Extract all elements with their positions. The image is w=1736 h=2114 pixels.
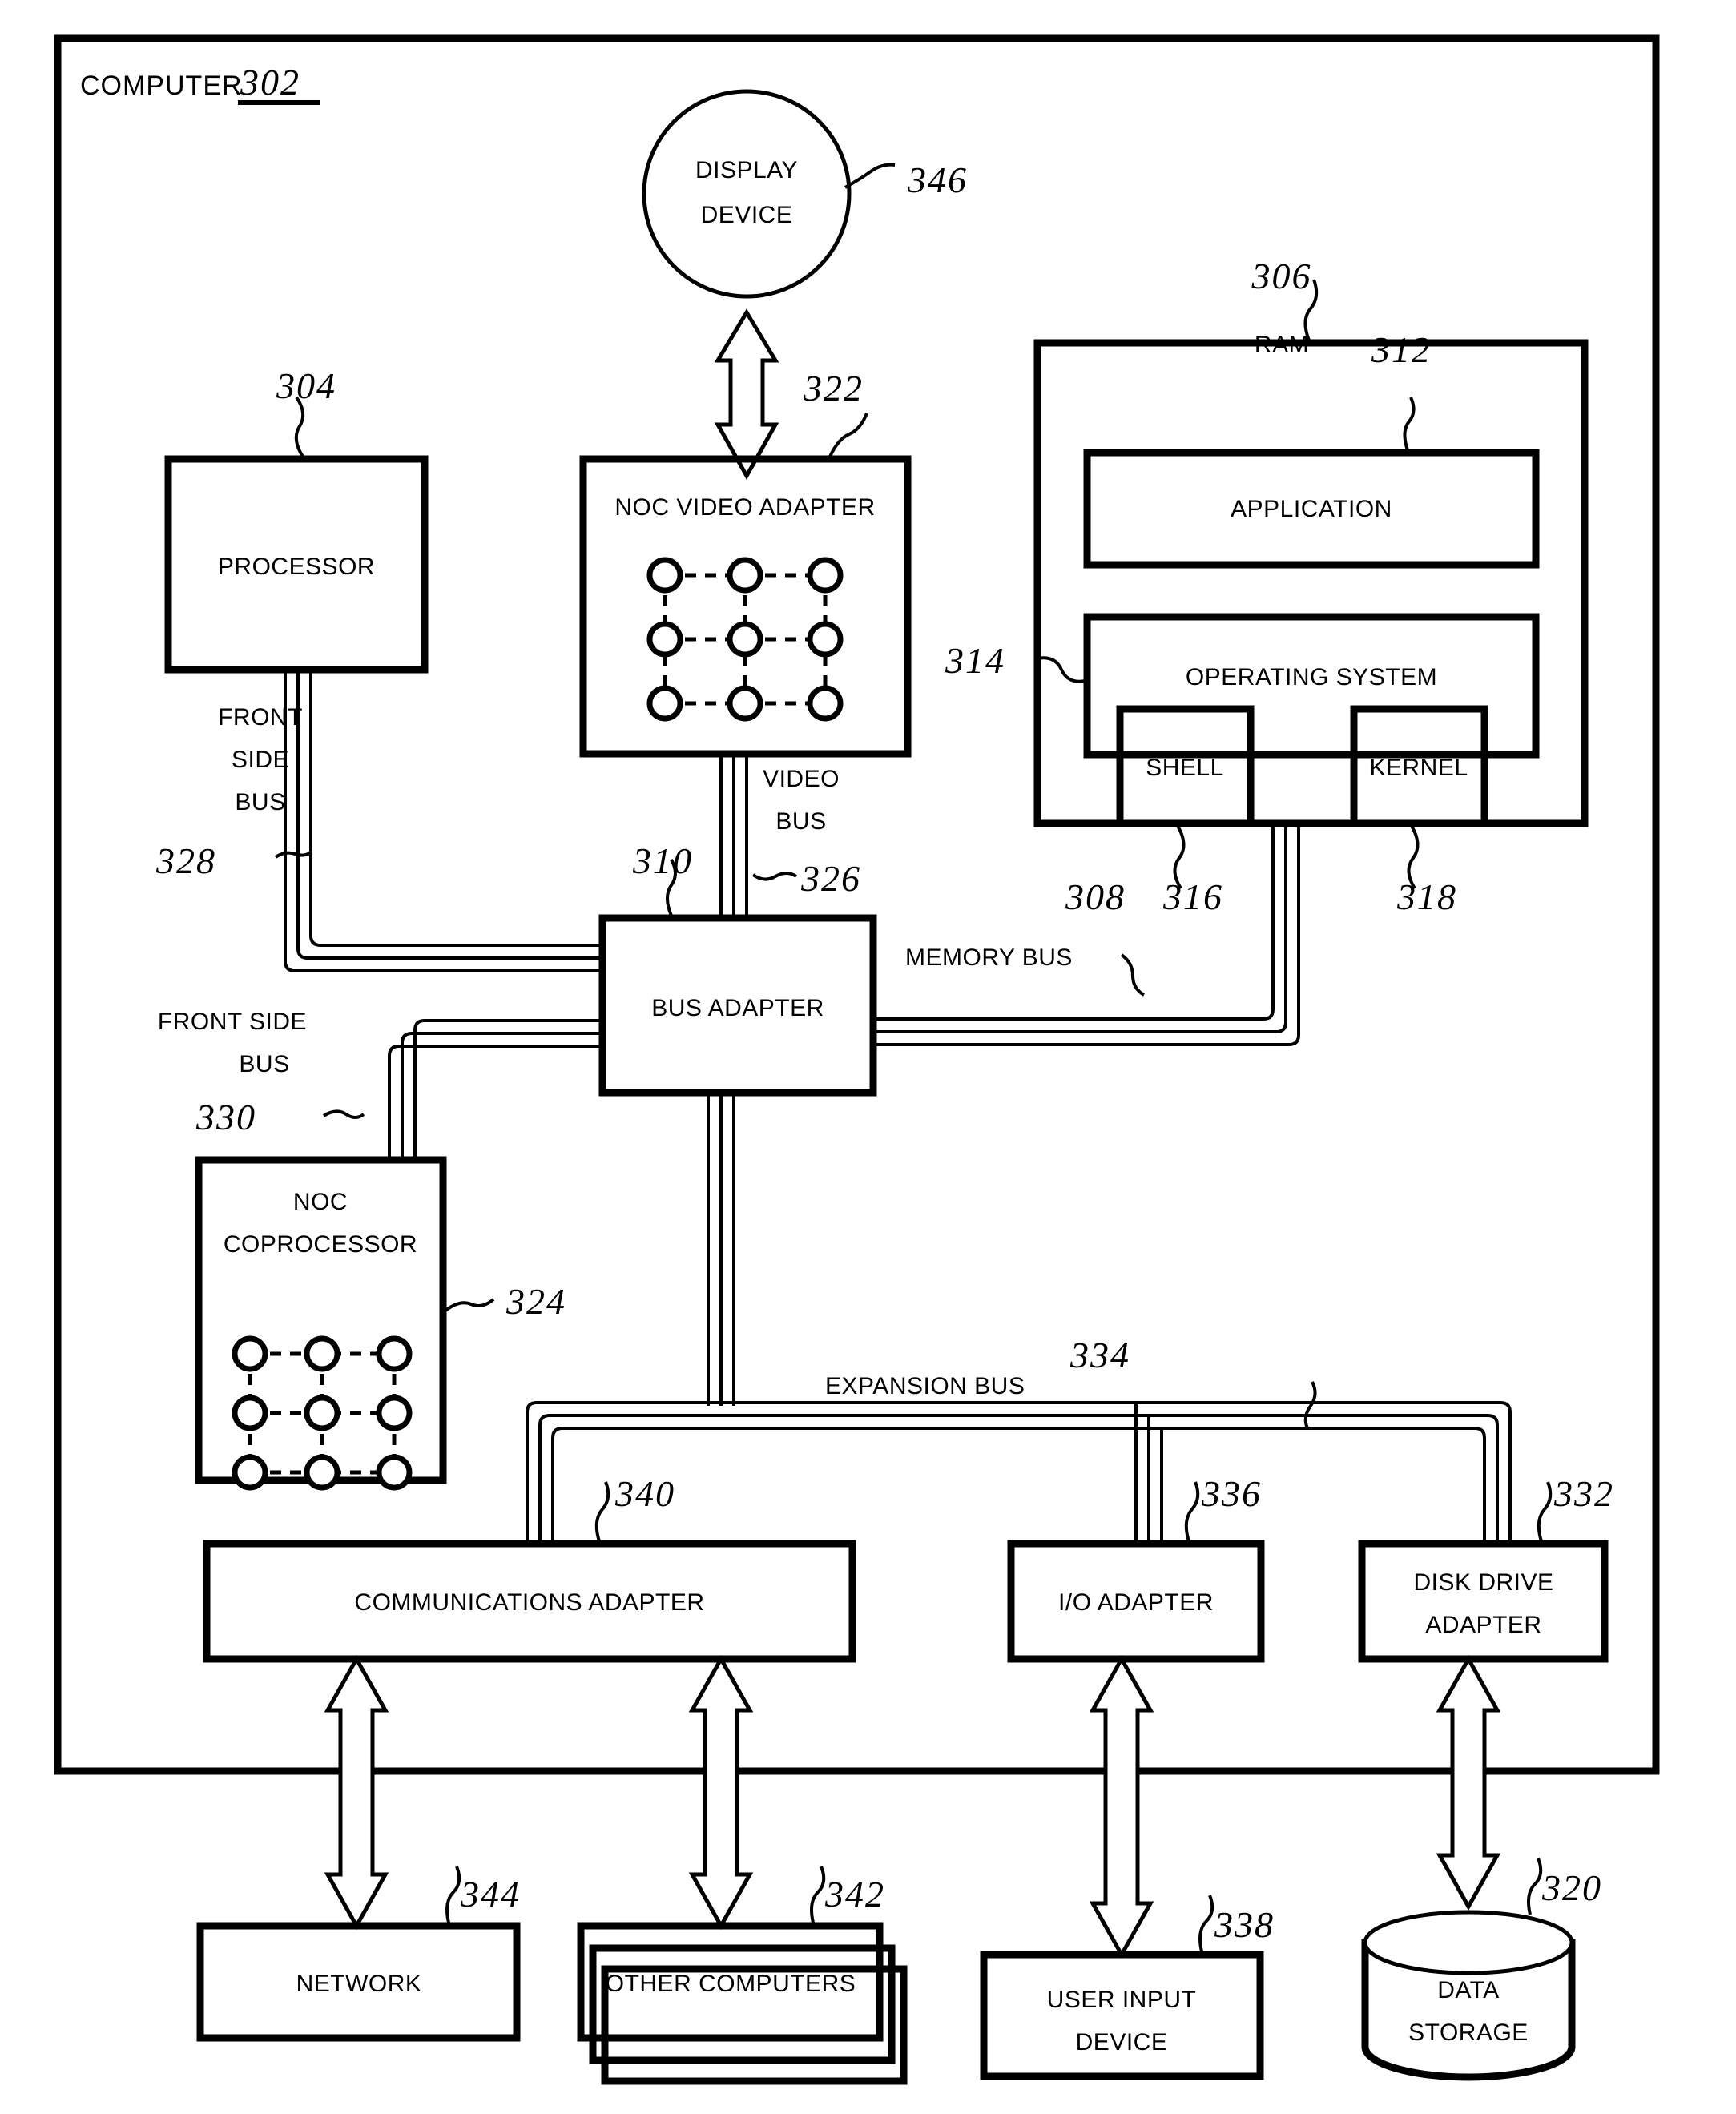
front-side-bus-330-ref: 330 — [195, 1097, 256, 1138]
io-adapter-ref: 336 — [1201, 1473, 1262, 1514]
video-bus-label-1: VIDEO — [763, 766, 840, 792]
processor-ref: 304 — [276, 365, 336, 406]
noc-coprocessor-label-1: NOC — [293, 1189, 348, 1215]
front-side-bus-328-ref: 328 — [155, 840, 216, 881]
video-bus-ref: 326 — [800, 858, 861, 899]
kernel-label: KERNEL — [1369, 755, 1468, 781]
video-bus-label-2: BUS — [775, 808, 826, 835]
display-device-ref: 346 — [907, 159, 968, 200]
application-label: APPLICATION — [1231, 496, 1392, 522]
shell-label: SHELL — [1146, 755, 1224, 781]
processor-label: PROCESSOR — [218, 554, 375, 580]
communications-adapter-label: COMMUNICATIONS ADAPTER — [354, 1589, 704, 1616]
disk-drive-adapter-label-2: ADAPTER — [1425, 1612, 1541, 1638]
shell-ref: 316 — [1162, 876, 1223, 917]
io-adapter-label: I/O ADAPTER — [1058, 1589, 1214, 1616]
operating-system-ref: 314 — [945, 640, 1005, 681]
expansion-bus-ref: 334 — [1069, 1335, 1130, 1375]
expansion-bus-label: EXPANSION BUS — [825, 1373, 1025, 1399]
noc-coprocessor-label-2: COPROCESSOR — [224, 1231, 417, 1258]
ram-label: RAM — [1255, 332, 1309, 358]
front-side-bus-328-line2: SIDE — [232, 747, 289, 773]
memory-bus-label: MEMORY BUS — [905, 944, 1073, 971]
other-computers-ref: 342 — [824, 1874, 885, 1915]
front-side-bus-330-line1: FRONT SIDE — [158, 1009, 307, 1035]
ram-ref: 306 — [1251, 256, 1312, 296]
front-side-bus-330-line2: BUS — [239, 1051, 289, 1077]
user-input-device-ref: 338 — [1214, 1904, 1275, 1945]
noc-video-adapter-label: NOC VIDEO ADAPTER — [614, 494, 875, 521]
data-storage-ref: 320 — [1541, 1867, 1602, 1908]
noc-video-adapter-ref: 322 — [803, 368, 864, 409]
figure-title-ref: 302 — [240, 62, 300, 103]
network-label: NETWORK — [296, 1971, 422, 1997]
disk-drive-adapter-label-1: DISK DRIVE — [1413, 1569, 1553, 1596]
kernel-ref: 318 — [1396, 876, 1457, 917]
network-ref: 344 — [460, 1874, 521, 1915]
user-input-device-label-2: DEVICE — [1076, 2029, 1168, 2056]
user-input-device-label-1: USER INPUT — [1047, 1987, 1197, 2013]
other-computers-label: OTHER COMPUTERS — [606, 1971, 856, 1997]
figure-title-label: COMPUTER — [80, 70, 243, 101]
data-storage-label-1: DATA — [1437, 1977, 1500, 2003]
operating-system-label: OPERATING SYSTEM — [1186, 664, 1437, 691]
communications-adapter-ref: 340 — [614, 1473, 675, 1514]
bus-adapter-ref: 310 — [632, 840, 693, 881]
diagram-text-layer: COMPUTER 302 DISPLAY DEVICE 346 PROCESSO… — [80, 62, 1614, 2056]
display-device-label-1: DISPLAY — [695, 157, 798, 183]
disk-drive-adapter-ref: 332 — [1553, 1473, 1614, 1514]
ram-inline-ref: 312 — [1371, 329, 1432, 370]
front-side-bus-328-line1: FRONT — [218, 704, 303, 731]
front-side-bus-328-line3: BUS — [235, 789, 285, 815]
figure-canvas: COMPUTER 302 DISPLAY DEVICE 346 PROCESSO… — [0, 0, 1736, 2114]
display-device-label-2: DEVICE — [701, 202, 793, 228]
noc-coprocessor-ref: 324 — [505, 1281, 566, 1322]
data-storage-label-2: STORAGE — [1408, 2019, 1529, 2046]
bus-adapter-label: BUS ADAPTER — [651, 995, 824, 1021]
memory-bus-ref: 308 — [1065, 876, 1126, 917]
